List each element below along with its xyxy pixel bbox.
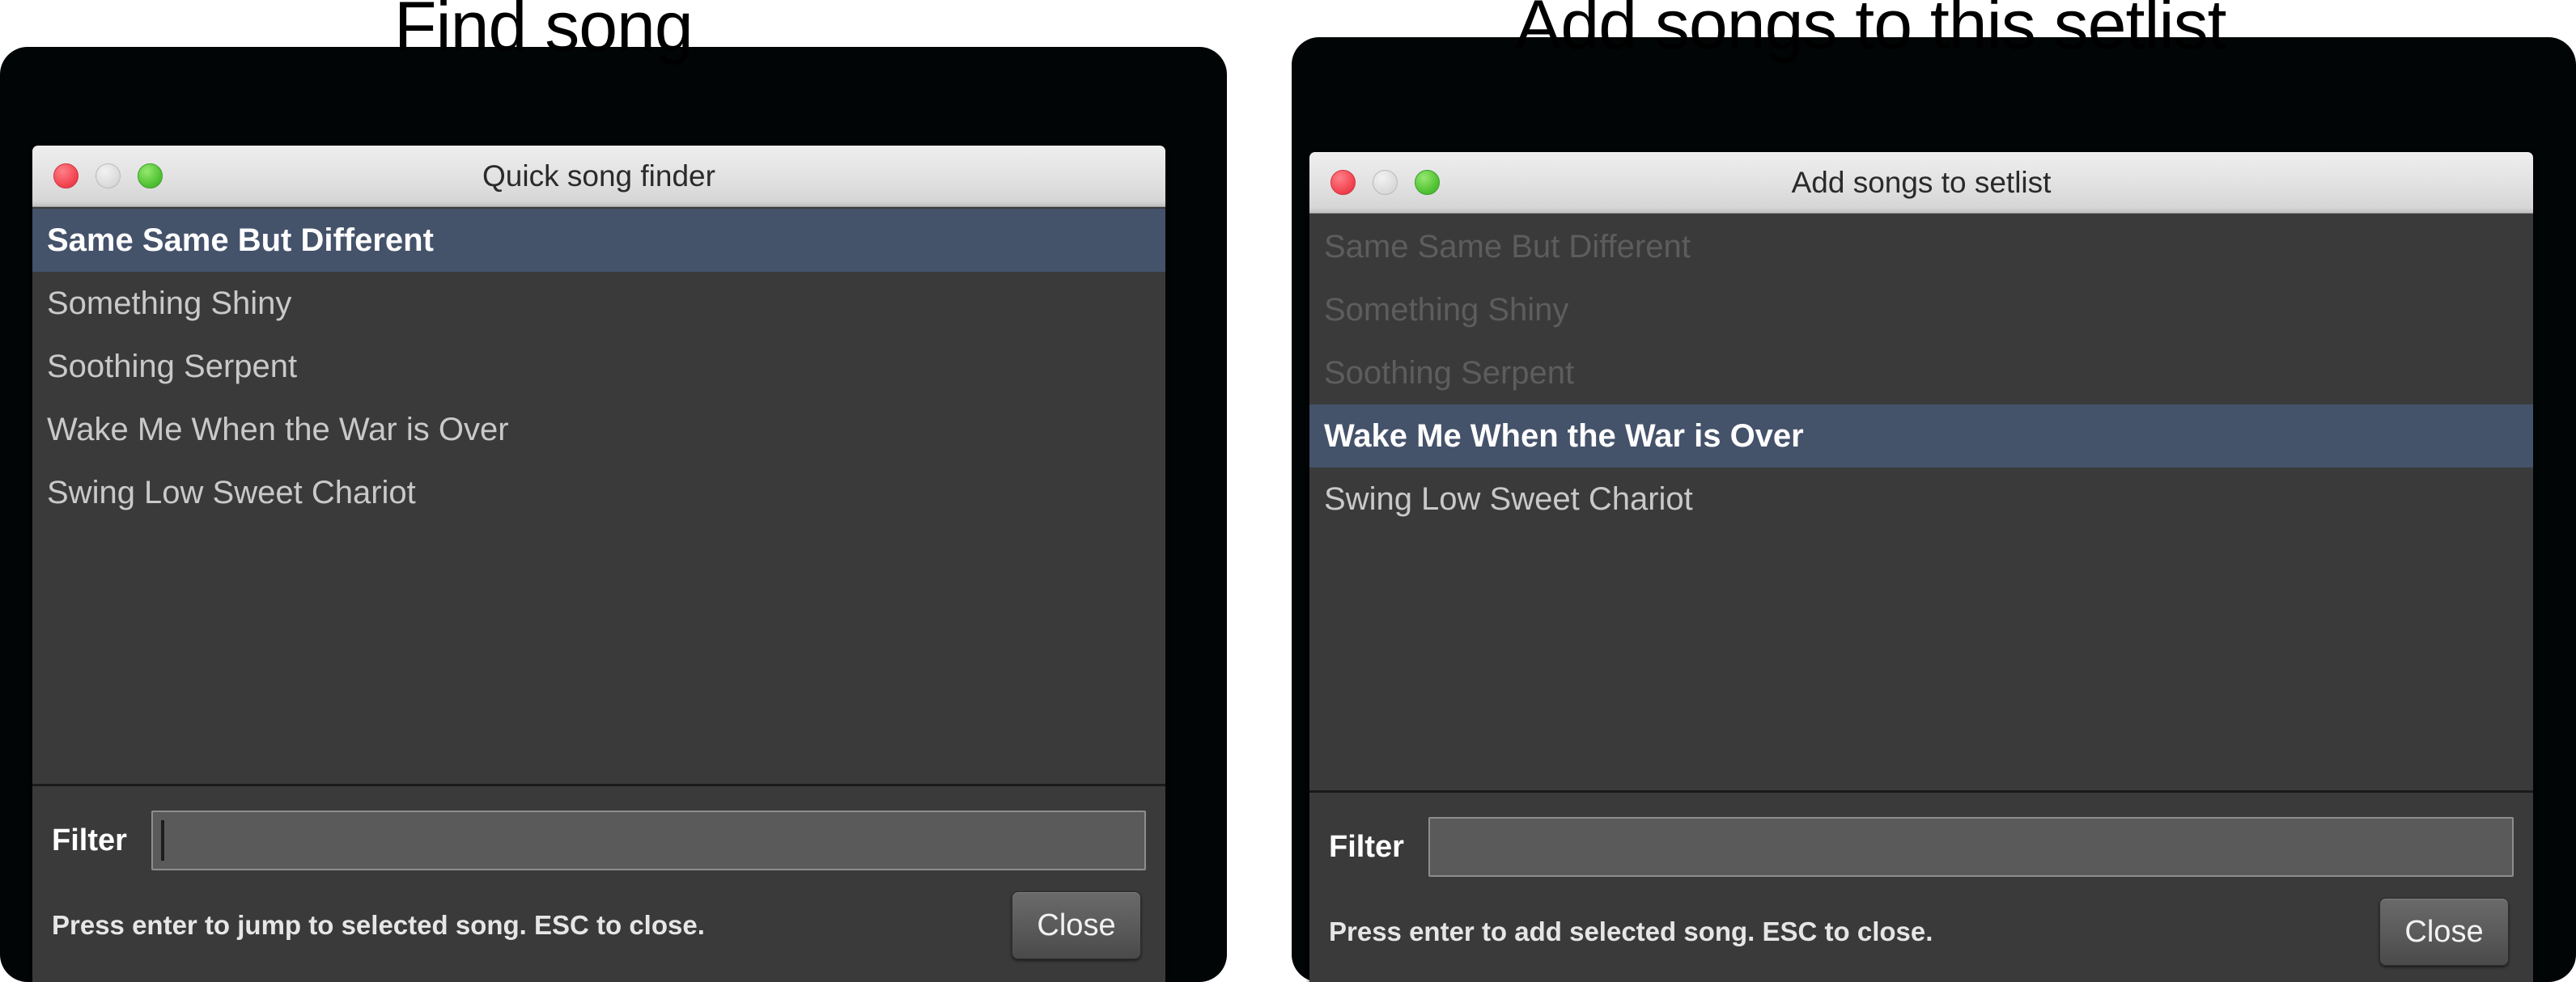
list-item: Soothing Serpent <box>1324 354 1575 391</box>
traffic-lights-right <box>1309 170 1440 195</box>
song-list-left[interactable]: Same Same But Different Something Shiny … <box>32 207 1165 786</box>
list-item: Something Shiny <box>1324 291 1569 328</box>
window-title-right: Add songs to setlist <box>1791 165 2052 199</box>
traffic-lights-left <box>32 163 163 188</box>
list-item[interactable]: Swing Low Sweet Chariot <box>32 461 1165 524</box>
list-item[interactable]: Wake Me When the War is Over <box>1309 404 2533 468</box>
song-list-right[interactable]: Same Same But Different Something Shiny … <box>1309 214 2533 793</box>
filter-row-right: Filter <box>1309 793 2533 885</box>
text-caret <box>160 820 164 861</box>
window-title-left: Quick song finder <box>482 159 715 193</box>
hint-text: Press enter to jump to selected song. ES… <box>52 910 705 940</box>
list-item[interactable]: Same Same But Different <box>32 209 1165 272</box>
filter-row-left: Filter <box>32 786 1165 878</box>
footer-right: Press enter to add selected song. ESC to… <box>1309 885 2533 982</box>
minimize-light[interactable] <box>95 163 121 188</box>
filter-label: Filter <box>52 823 127 857</box>
list-item[interactable]: Swing Low Sweet Chariot <box>1309 468 2533 531</box>
list-item: Same Same But Different <box>1324 228 1691 265</box>
minimize-light[interactable] <box>1373 170 1398 195</box>
zoom-light[interactable] <box>138 163 163 188</box>
zoom-light[interactable] <box>1415 170 1440 195</box>
titlebar-right[interactable]: Add songs to setlist <box>1309 152 2533 214</box>
close-button[interactable]: Close <box>1012 891 1141 959</box>
list-item[interactable]: Something Shiny <box>32 272 1165 335</box>
close-light[interactable] <box>53 163 79 188</box>
footer-left: Press enter to jump to selected song. ES… <box>32 878 1165 982</box>
list-item[interactable]: Soothing Serpent <box>32 335 1165 398</box>
caption-find-song: Find song <box>394 0 694 66</box>
caption-add-songs: Add songs to this setlist <box>1515 0 2226 64</box>
hint-text: Press enter to add selected song. ESC to… <box>1329 916 1933 946</box>
screenshot-stage: Find song Add songs to this setlist Quic… <box>0 0 2576 982</box>
filter-input[interactable] <box>151 811 1146 870</box>
add-songs-to-setlist-window: Add songs to setlist Same Same But Diffe… <box>1309 152 2533 982</box>
titlebar-left[interactable]: Quick song finder <box>32 146 1165 207</box>
close-light[interactable] <box>1330 170 1356 195</box>
quick-song-finder-window: Quick song finder Same Same But Differen… <box>32 146 1165 982</box>
close-button[interactable]: Close <box>2379 898 2509 966</box>
filter-label: Filter <box>1329 829 1404 864</box>
filter-input[interactable] <box>1428 817 2514 877</box>
list-item[interactable]: Wake Me When the War is Over <box>32 398 1165 461</box>
